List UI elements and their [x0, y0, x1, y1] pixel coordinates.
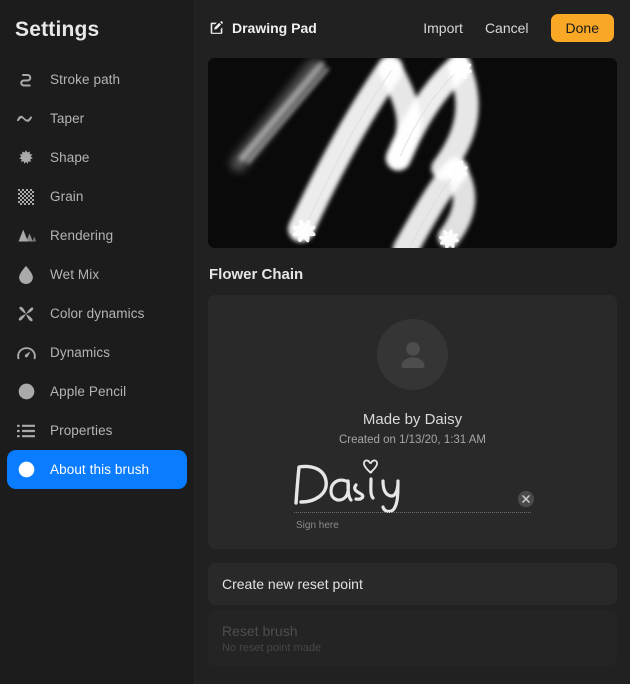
- sidebar-item-label: Apple Pencil: [50, 384, 127, 399]
- page-title: Settings: [15, 18, 100, 41]
- shape-icon: [16, 148, 36, 168]
- edit-pencil-icon: [209, 20, 224, 36]
- grain-icon: [16, 187, 36, 207]
- person-icon: [400, 341, 425, 368]
- sidebar-item-dynamics[interactable]: Dynamics: [7, 333, 187, 372]
- properties-icon: [16, 421, 36, 441]
- avatar: [377, 319, 448, 390]
- brush-author-card: Made by Daisy Created on 1/13/20, 1:31 A…: [208, 295, 617, 549]
- sidebar-item-label: Wet Mix: [50, 267, 100, 282]
- toolbar-actions: Import Cancel Done: [421, 14, 614, 42]
- made-by-label: Made by Daisy: [362, 411, 463, 428]
- cancel-button[interactable]: Cancel: [483, 16, 531, 40]
- drawing-pad-title-group: Drawing Pad: [209, 20, 317, 36]
- signature-drawing: [288, 457, 428, 513]
- reset-brush-sublabel: No reset point made: [222, 642, 322, 654]
- sidebar-item-label: Rendering: [50, 228, 114, 243]
- sidebar-item-label: Shape: [50, 150, 90, 165]
- signature-zone[interactable]: Sign here: [208, 453, 617, 539]
- reset-brush-label: Reset brush: [222, 623, 298, 639]
- sidebar-item-label: Color dynamics: [50, 306, 145, 321]
- sidebar-item-properties[interactable]: Properties: [7, 411, 187, 450]
- sidebar-item-stroke-path[interactable]: Stroke path: [7, 60, 187, 99]
- brush-studio-window: Settings Stroke path Taper Shape Grain R…: [0, 0, 630, 684]
- color-dynamics-icon: [16, 304, 36, 324]
- reset-brush-row: Reset brush No reset point made: [208, 610, 617, 666]
- sidebar-item-grain[interactable]: Grain: [7, 177, 187, 216]
- close-circle-icon: [517, 490, 535, 508]
- about-brush-panel: Drawing Pad Import Cancel Done Flower Ch…: [195, 0, 630, 684]
- brush-stroke-preview[interactable]: [208, 58, 617, 248]
- drawing-pad-label: Drawing Pad: [232, 20, 317, 36]
- sidebar-item-label: Taper: [50, 111, 85, 126]
- settings-sidebar: Settings Stroke path Taper Shape Grain R…: [0, 0, 195, 684]
- sidebar-item-wet-mix[interactable]: Wet Mix: [7, 255, 187, 294]
- stroke-path-icon: [16, 70, 36, 90]
- sidebar-item-label: Dynamics: [50, 345, 111, 360]
- drawing-pad-toolbar: Drawing Pad Import Cancel Done: [195, 0, 630, 56]
- created-on-label: Created on 1/13/20, 1:31 AM: [338, 434, 487, 446]
- sidebar-item-apple-pencil[interactable]: Apple Pencil: [7, 372, 187, 411]
- sidebar-item-rendering[interactable]: Rendering: [7, 216, 187, 255]
- signature-dotted-line: [294, 512, 531, 513]
- dynamics-icon: [16, 343, 36, 363]
- taper-icon: [16, 109, 36, 129]
- clear-signature-button[interactable]: [517, 490, 535, 508]
- brush-name: Flower Chain: [209, 266, 304, 283]
- apple-pencil-icon: [16, 382, 36, 402]
- brush-stroke-artwork: [208, 58, 617, 248]
- settings-nav-list: Stroke path Taper Shape Grain Rendering …: [0, 60, 194, 489]
- sign-here-label: Sign here: [296, 520, 339, 531]
- sidebar-item-shape[interactable]: Shape: [7, 138, 187, 177]
- done-button[interactable]: Done: [550, 14, 614, 42]
- sidebar-item-label: Properties: [50, 423, 113, 438]
- sidebar-item-color-dynamics[interactable]: Color dynamics: [7, 294, 187, 333]
- sidebar-item-label: Grain: [50, 189, 84, 204]
- create-reset-point-label: Create new reset point: [222, 576, 363, 592]
- sidebar-item-taper[interactable]: Taper: [7, 99, 187, 138]
- sidebar-item-label: About this brush: [50, 462, 150, 477]
- info-icon: [16, 460, 36, 480]
- rendering-icon: [16, 226, 36, 246]
- sidebar-item-about-this-brush[interactable]: About this brush: [7, 450, 187, 489]
- import-button[interactable]: Import: [421, 16, 465, 40]
- create-reset-point-row[interactable]: Create new reset point: [208, 563, 617, 605]
- wet-mix-icon: [16, 265, 36, 285]
- sidebar-item-label: Stroke path: [50, 72, 121, 87]
